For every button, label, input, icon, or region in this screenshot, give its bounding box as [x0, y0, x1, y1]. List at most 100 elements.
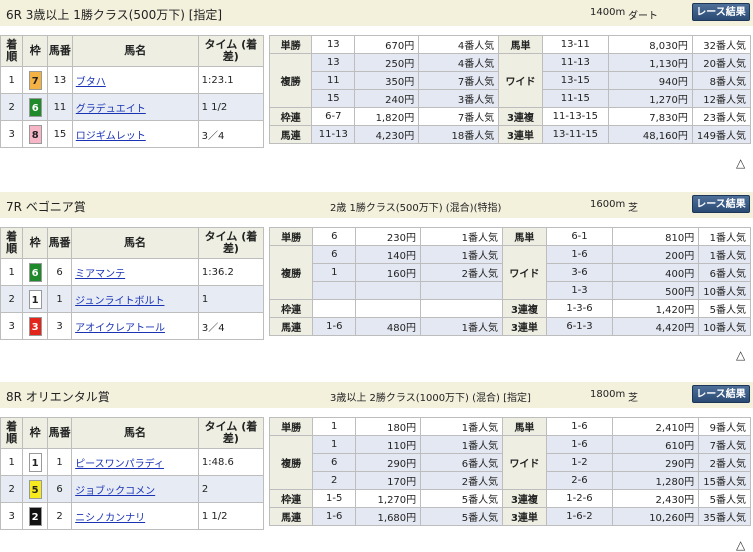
- bet-combination: 1-2-6: [545, 489, 614, 508]
- horse-name-link[interactable]: ミアマンテ: [75, 269, 125, 280]
- bet-popularity: 5番人気: [698, 489, 751, 508]
- column-header: 馬番: [47, 35, 73, 67]
- waku-cell: 5: [22, 475, 48, 503]
- horse-number: 15: [47, 120, 73, 148]
- bet-payout: 48,160円: [608, 125, 693, 144]
- finish-position: 1: [0, 258, 24, 286]
- bet-popularity: 15番人気: [698, 471, 751, 490]
- bet-popularity: 7番人気: [418, 107, 500, 126]
- up-arrow-icon[interactable]: △: [736, 156, 745, 170]
- bet-popularity: 5番人気: [420, 489, 504, 508]
- table-row: 3 8 15 ロジギムレット 3／4: [0, 120, 265, 148]
- waku-cell: 1: [22, 448, 48, 476]
- horse-name-cell: アオイクレアトール: [71, 312, 199, 340]
- race-distance: 1600m: [590, 199, 626, 210]
- bet-type-label: ワイド: [502, 435, 547, 490]
- horse-name-link[interactable]: ピースワンパラディ: [75, 459, 164, 470]
- race-result-button[interactable]: レース結果: [692, 385, 750, 403]
- table-row: 1 1 1 ピースワンパラディ 1:48.6: [0, 448, 265, 476]
- bet-payout: 160円: [355, 263, 421, 282]
- bet-combination: 13: [311, 53, 356, 72]
- horse-name-link[interactable]: ジョブックコメン: [75, 486, 155, 497]
- horse-name-link[interactable]: ニシノカンナリ: [75, 513, 145, 524]
- horse-name-cell: ロジギムレット: [71, 120, 199, 148]
- bet-popularity: 7番人気: [418, 71, 500, 90]
- column-header: 馬番: [46, 417, 73, 449]
- column-header: 枠: [22, 417, 48, 449]
- bet-payout: 2,410円: [612, 417, 700, 436]
- finish-position: 3: [0, 120, 24, 148]
- waku-badge: 6: [28, 97, 42, 117]
- bet-popularity: 32番人気: [691, 35, 752, 54]
- bet-combination: 1-6: [545, 435, 614, 454]
- finish-table: 着順枠馬番 馬名 タイム (着差) 1 6 6 ミアマンテ 1:36.2 2 1 1 ジュンライトボル…: [0, 227, 265, 340]
- bet-payout: 140円: [355, 245, 421, 264]
- bet-type-label: 3連単: [502, 317, 547, 336]
- up-arrow-icon[interactable]: △: [736, 538, 745, 552]
- finish-time: 1: [197, 285, 265, 313]
- bet-payout: 290円: [355, 453, 422, 472]
- bet-popularity: 7番人気: [698, 435, 751, 454]
- bet-type-label: 枠連: [268, 107, 313, 126]
- horse-name-cell: ミアマンテ: [71, 258, 199, 286]
- horse-name-link[interactable]: アオイクレアトール: [75, 323, 165, 334]
- finish-time: 2: [197, 475, 265, 503]
- bet-payout: 480円: [355, 317, 421, 336]
- horse-name-link[interactable]: グラデュエイト: [76, 104, 146, 115]
- empty-cell: [312, 281, 357, 300]
- race-result-button[interactable]: レース結果: [692, 195, 750, 213]
- bet-combination: 11-13: [541, 53, 610, 72]
- bet-type-label: 枠連: [268, 489, 314, 508]
- bet-payout: 1,420円: [612, 299, 700, 318]
- bet-payout: 4,230円: [354, 125, 420, 144]
- bet-payout: 290円: [612, 453, 700, 472]
- race-conditions: 3歳以上 2勝クラス(1000万下) (混合) [指定]: [330, 393, 531, 404]
- waku-cell: 6: [22, 93, 49, 121]
- race-result-button[interactable]: レース結果: [692, 3, 750, 21]
- table-row: 1 7 13 ブタハ 1:23.1: [0, 66, 265, 94]
- bet-popularity: 2番人気: [698, 453, 751, 472]
- payout-table: 単勝 6 230円 1番人気 馬単 6-1 810円 1番人気 複勝 6 140円 1番人気 ワイド 1-…: [268, 227, 751, 336]
- finish-position: 1: [0, 66, 24, 94]
- horse-name-link[interactable]: ジュンライトボルト: [75, 296, 164, 307]
- waku-cell: 1: [22, 285, 48, 313]
- waku-cell: 3: [22, 312, 48, 340]
- finish-table: 着順枠馬番 馬名 タイム (着差) 1 7 13 ブタハ 1:23.1 2 6 11 グラデュエイト 1…: [0, 35, 265, 148]
- bet-type-label: 3連複: [502, 299, 547, 318]
- bet-payout: 110円: [355, 435, 422, 454]
- finish-position: 2: [0, 93, 24, 121]
- payout-row: 枠連 1-5 1,270円 5番人気 3連複 1-2-6 2,430円 5番人気: [268, 489, 751, 508]
- race-title: 6R 3歳以上 1勝クラス(500万下) [指定]: [6, 8, 223, 22]
- bet-payout: 1,270円: [355, 489, 422, 508]
- finish-time: 1 1/2: [197, 93, 265, 121]
- bet-popularity: 5番人気: [420, 507, 504, 526]
- bet-popularity: 35番人気: [698, 507, 751, 526]
- horse-number: 13: [47, 66, 73, 94]
- horse-name-link[interactable]: ブタハ: [76, 77, 106, 88]
- finish-table-header: 着順枠馬番 馬名 タイム (着差): [0, 35, 265, 67]
- horse-number: 2: [46, 502, 73, 530]
- race-surface: 芝: [628, 393, 638, 404]
- bet-popularity: 1番人気: [419, 317, 504, 336]
- column-header: 枠: [22, 35, 49, 67]
- bet-type-label: ワイド: [502, 245, 547, 300]
- race-surface: ダート: [628, 11, 658, 22]
- bet-type-label: 馬連: [268, 125, 313, 144]
- horse-number: 11: [47, 93, 73, 121]
- table-row: 2 6 11 グラデュエイト 1 1/2: [0, 93, 265, 121]
- bet-popularity: 2番人気: [420, 471, 504, 490]
- bet-popularity: 2番人気: [419, 263, 504, 282]
- bet-popularity: 12番人気: [691, 89, 752, 108]
- horse-name-link[interactable]: ロジギムレット: [76, 131, 146, 142]
- waku-cell: 2: [22, 502, 48, 530]
- finish-position: 2: [0, 285, 24, 313]
- bet-type-label: ワイド: [498, 53, 543, 108]
- bet-combination: 1-6: [545, 417, 614, 436]
- up-arrow-icon[interactable]: △: [736, 348, 745, 362]
- bet-type-label: 複勝: [268, 245, 314, 300]
- bet-popularity: 4番人気: [418, 53, 500, 72]
- column-header: 着順: [0, 227, 24, 259]
- race-title: 8R オリエンタル賞: [6, 390, 110, 404]
- bet-combination: 1-3-6: [545, 299, 614, 318]
- empty-cell: [419, 281, 504, 300]
